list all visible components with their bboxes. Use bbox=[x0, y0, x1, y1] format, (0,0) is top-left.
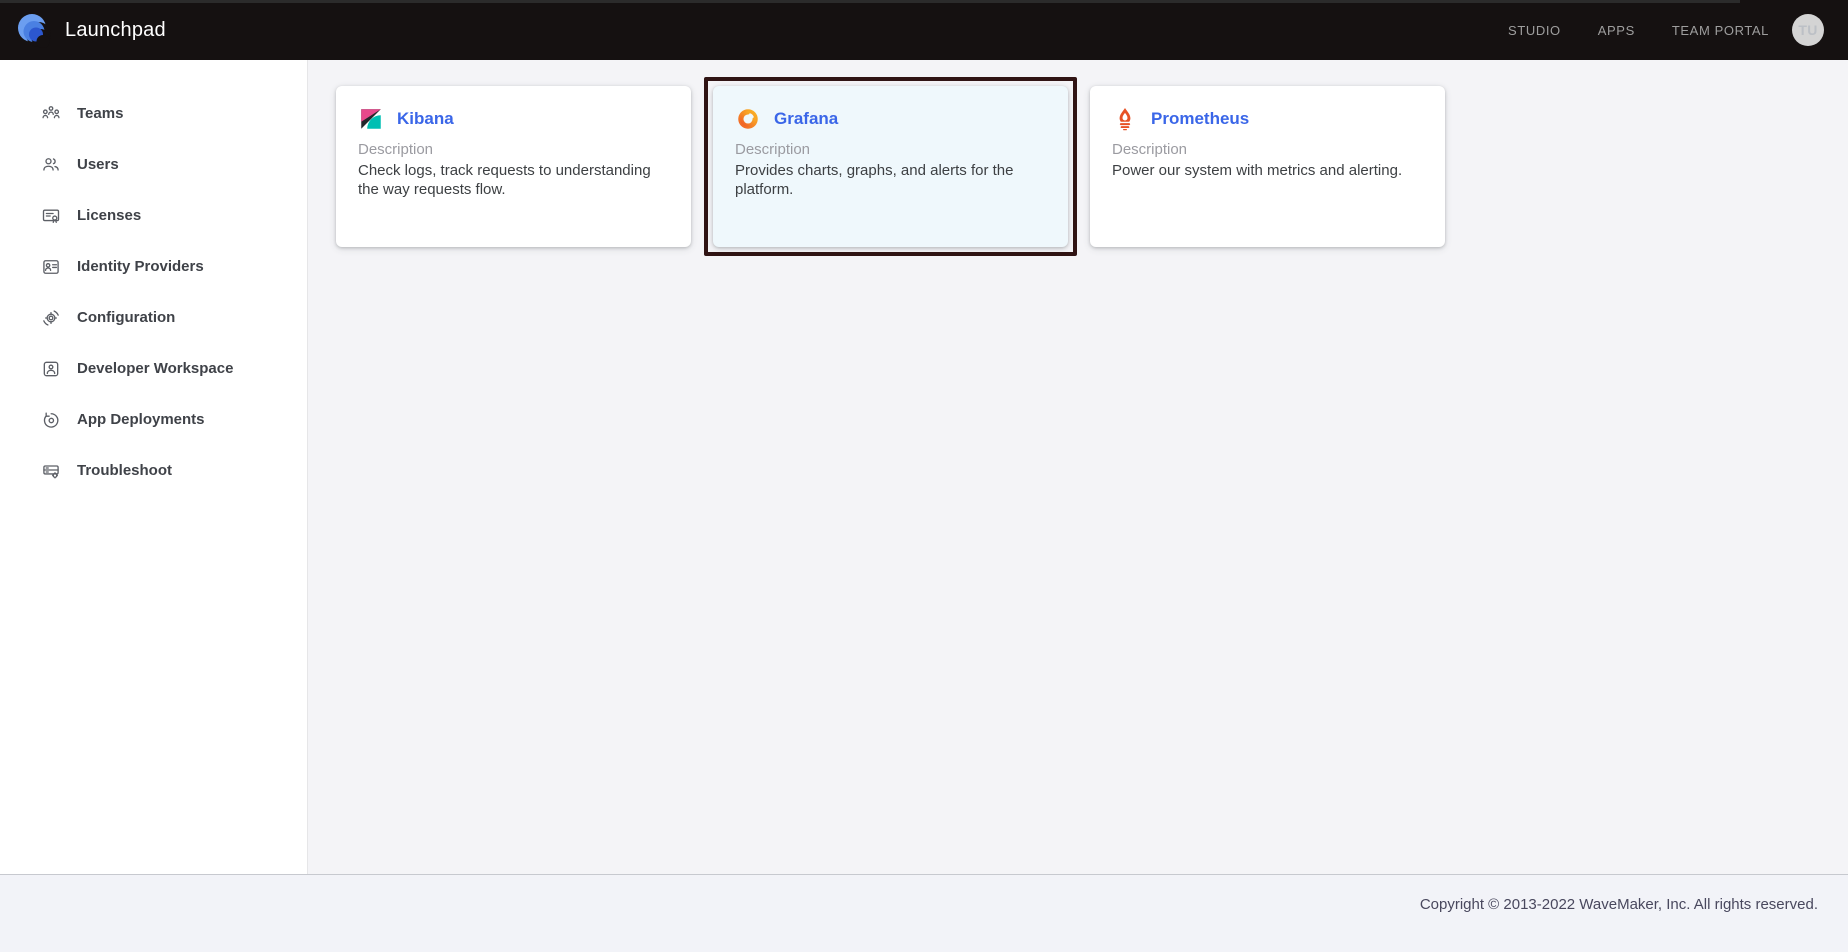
description-label: Description bbox=[358, 141, 669, 158]
kibana-link[interactable]: Kibana bbox=[397, 109, 454, 129]
nav-team-portal-link[interactable]: TEAM PORTAL bbox=[1672, 23, 1769, 38]
sidebar-item-developer-workspace[interactable]: Developer Workspace bbox=[0, 343, 307, 394]
user-avatar[interactable]: TU bbox=[1792, 14, 1824, 46]
kibana-logo-icon bbox=[358, 106, 384, 132]
nav-studio-link[interactable]: STUDIO bbox=[1508, 23, 1561, 38]
troubleshoot-icon bbox=[40, 460, 62, 482]
identity-providers-icon bbox=[40, 256, 62, 278]
app-header: Launchpad STUDIO APPS TEAM PORTAL TU bbox=[0, 0, 1848, 60]
developer-workspace-icon bbox=[40, 358, 62, 380]
grafana-logo-icon bbox=[735, 106, 761, 132]
sidebar-item-label: Configuration bbox=[77, 309, 175, 326]
sidebar-item-label: Licenses bbox=[77, 207, 141, 224]
sidebar-item-label: Users bbox=[77, 156, 119, 173]
content-row: Teams Users Li bbox=[0, 60, 1848, 874]
brand[interactable]: Launchpad bbox=[16, 12, 166, 48]
description-text: Power our system with metrics and alerti… bbox=[1112, 161, 1423, 180]
description-text: Provides charts, graphs, and alerts for … bbox=[735, 161, 1046, 199]
sidebar-item-label: Teams bbox=[77, 105, 123, 122]
sidebar-item-teams[interactable]: Teams bbox=[0, 88, 307, 139]
configuration-icon bbox=[40, 307, 62, 329]
app-deployments-icon bbox=[40, 409, 62, 431]
sidebar-item-label: Developer Workspace bbox=[77, 360, 233, 377]
sidebar-item-label: App Deployments bbox=[77, 411, 205, 428]
sidebar-item-identity-providers[interactable]: Identity Providers bbox=[0, 241, 307, 292]
sidebar-item-troubleshoot[interactable]: Troubleshoot bbox=[0, 445, 307, 496]
card-header: Prometheus bbox=[1112, 106, 1423, 132]
licenses-icon bbox=[40, 205, 62, 227]
sidebar-item-app-deployments[interactable]: App Deployments bbox=[0, 394, 307, 445]
sidebar-item-configuration[interactable]: Configuration bbox=[0, 292, 307, 343]
sidebar-item-label: Identity Providers bbox=[77, 258, 204, 275]
copyright-text: Copyright © 2013-2022 WaveMaker, Inc. Al… bbox=[1420, 896, 1818, 913]
card-header: Kibana bbox=[358, 106, 669, 132]
app-card-kibana[interactable]: Kibana Description Check logs, track req… bbox=[336, 86, 691, 247]
grafana-link[interactable]: Grafana bbox=[774, 109, 838, 129]
teams-icon bbox=[40, 103, 62, 125]
sidebar: Teams Users Li bbox=[0, 60, 308, 874]
sidebar-item-label: Troubleshoot bbox=[77, 462, 172, 479]
sidebar-item-licenses[interactable]: Licenses bbox=[0, 190, 307, 241]
nav-apps-link[interactable]: APPS bbox=[1598, 23, 1635, 38]
page-title: Launchpad bbox=[65, 19, 166, 42]
app-card-prometheus[interactable]: Prometheus Description Power our system … bbox=[1090, 86, 1445, 247]
sidebar-item-users[interactable]: Users bbox=[0, 139, 307, 190]
app-card-grafana[interactable]: Grafana Description Provides charts, gra… bbox=[713, 86, 1068, 247]
wavemaker-logo-icon bbox=[16, 12, 52, 48]
prometheus-logo-icon bbox=[1112, 106, 1138, 132]
description-label: Description bbox=[1112, 141, 1423, 158]
header-nav: STUDIO APPS TEAM PORTAL TU bbox=[1508, 14, 1824, 46]
prometheus-link[interactable]: Prometheus bbox=[1151, 109, 1249, 129]
selection-highlight: Grafana Description Provides charts, gra… bbox=[704, 77, 1077, 256]
window-top-strip bbox=[0, 0, 1740, 3]
main-content: Kibana Description Check logs, track req… bbox=[308, 60, 1848, 874]
footer: Copyright © 2013-2022 WaveMaker, Inc. Al… bbox=[0, 874, 1848, 952]
users-icon bbox=[40, 154, 62, 176]
card-header: Grafana bbox=[735, 106, 1046, 132]
description-text: Check logs, track requests to understand… bbox=[358, 161, 669, 199]
app-cards-row: Kibana Description Check logs, track req… bbox=[336, 86, 1848, 247]
description-label: Description bbox=[735, 141, 1046, 158]
